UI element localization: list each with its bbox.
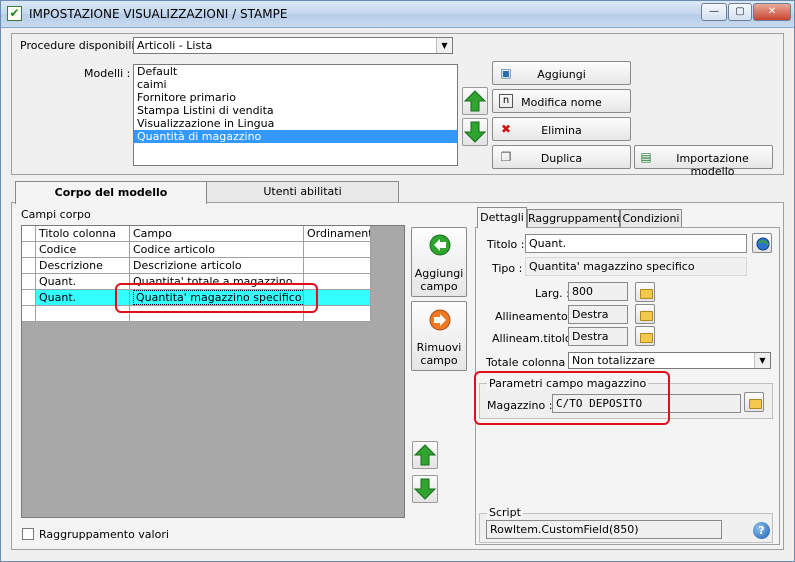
aggiungi-button[interactable]: ▣ Aggiungi <box>492 61 631 85</box>
tab-utenti-abilitati[interactable]: Utenti abilitati <box>206 181 399 202</box>
move-field-down-button[interactable] <box>412 475 438 503</box>
magazzino-folder-button[interactable] <box>744 392 764 412</box>
tab-dettagli[interactable]: Dettagli <box>477 207 527 228</box>
allineamento-input[interactable]: Destra <box>568 305 628 324</box>
app-check-icon: ✔ <box>7 6 22 21</box>
table-cell[interactable]: Descrizione articolo <box>130 258 304 274</box>
arrow-up-icon <box>463 90 487 112</box>
tipo-value: Quantita' magazzino specifico <box>525 257 747 276</box>
table-cell[interactable] <box>304 258 371 274</box>
row-selector[interactable] <box>22 274 36 290</box>
column-header[interactable]: Titolo colonna <box>36 226 130 242</box>
highlight-annotation <box>474 371 670 425</box>
title-bar: ✔ IMPOSTAZIONE VISUALIZZAZIONI / STAMPE … <box>1 1 794 28</box>
row-selector[interactable] <box>22 306 36 322</box>
move-model-up-button[interactable] <box>462 87 488 115</box>
list-item[interactable]: caimi <box>134 78 457 91</box>
row-selector[interactable] <box>22 290 36 306</box>
move-field-up-button[interactable] <box>412 441 438 469</box>
campi-corpo-grid[interactable]: Titolo colonna Campo Ordinamento Codice … <box>21 225 405 518</box>
minimize-button[interactable]: — <box>701 3 727 21</box>
procedure-value: Articoli - Lista <box>137 39 213 52</box>
modelli-listbox[interactable]: Default caimi Fornitore primario Stampa … <box>133 64 458 166</box>
allineamento-folder-button[interactable] <box>635 304 655 324</box>
larg-label: Larg. : <box>535 287 570 300</box>
script-group-label: Script <box>487 506 523 519</box>
list-item[interactable]: Stampa Listini di vendita <box>134 104 457 117</box>
modelli-label: Modelli : <box>84 67 131 80</box>
procedure-label: Procedure disponibili : <box>20 39 142 52</box>
row-selector[interactable] <box>22 242 36 258</box>
globe-icon <box>756 237 770 251</box>
tipo-label: Tipo : <box>492 262 523 275</box>
list-item[interactable]: Default <box>134 65 457 78</box>
maximize-button[interactable]: ▢ <box>728 3 752 21</box>
table-cell[interactable]: Codice <box>36 242 130 258</box>
globe-button[interactable] <box>752 233 772 253</box>
tab-condizioni[interactable]: Condizioni <box>620 209 682 227</box>
allineamento-label: Allineamento : <box>495 310 575 323</box>
tab-corpo-del-modello[interactable]: Corpo del modello <box>15 181 207 204</box>
totale-colonna-select[interactable]: Non totalizzare ▼ <box>568 352 771 369</box>
aggiungi-campo-button[interactable]: Aggiungi campo <box>411 227 467 297</box>
rimuovi-campo-button[interactable]: Rimuovi campo <box>411 301 467 371</box>
script-input[interactable]: RowItem.CustomField(850) <box>486 520 722 539</box>
move-model-down-button[interactable] <box>462 118 488 146</box>
column-header[interactable]: Campo <box>130 226 304 242</box>
row-selector[interactable] <box>22 258 36 274</box>
larg-input[interactable]: 800 <box>568 282 628 301</box>
help-icon[interactable]: ? <box>753 522 770 539</box>
arrow-down-icon <box>413 478 437 500</box>
table-cell[interactable]: Codice articolo <box>130 242 304 258</box>
totale-colonna-label: Totale colonna : <box>486 356 573 369</box>
modifica-nome-button[interactable]: n Modifica nome <box>492 89 631 113</box>
list-item[interactable]: Visualizzazione in Lingua <box>134 117 457 130</box>
chevron-down-icon: ▼ <box>754 353 770 368</box>
elimina-button[interactable]: ✖ Elimina <box>492 117 631 141</box>
tab-raggruppamento[interactable]: Raggruppamento <box>527 209 624 227</box>
duplica-button[interactable]: ❐ Duplica <box>492 145 631 169</box>
allineam-titolo-folder-button[interactable] <box>635 326 655 346</box>
arrow-down-icon <box>463 121 487 143</box>
close-button[interactable]: ✕ <box>753 3 791 21</box>
importazione-modello-button[interactable]: ▤ Importazione modello <box>634 145 773 178</box>
list-item-selected[interactable]: Quantità di magazzino <box>134 130 457 143</box>
procedure-select[interactable]: Articoli - Lista ▼ <box>133 37 453 54</box>
window: ✔ IMPOSTAZIONE VISUALIZZAZIONI / STAMPE … <box>0 0 795 562</box>
titolo-label: Titolo : <box>487 238 525 251</box>
raggruppamento-valori-label: Raggruppamento valori <box>39 528 169 541</box>
table-cell[interactable]: Descrizione <box>36 258 130 274</box>
campi-corpo-label: Campi corpo <box>21 208 91 221</box>
row-selector-header <box>22 226 36 242</box>
highlight-annotation <box>115 283 318 313</box>
column-header[interactable]: Ordinamento <box>304 226 371 242</box>
chevron-down-icon: ▼ <box>436 38 452 53</box>
allineam-titolo-label: Allineam.titolo : <box>492 332 579 345</box>
arrow-right-icon <box>429 309 451 331</box>
raggruppamento-valori-checkbox[interactable] <box>22 528 34 540</box>
arrow-left-icon <box>429 234 451 256</box>
list-item[interactable]: Fornitore primario <box>134 91 457 104</box>
larg-folder-button[interactable] <box>635 282 655 302</box>
window-title: IMPOSTAZIONE VISUALIZZAZIONI / STAMPE <box>29 7 288 21</box>
table-cell[interactable] <box>304 242 371 258</box>
import-icon: ▤ <box>640 150 652 164</box>
allineam-titolo-input[interactable]: Destra <box>568 327 628 346</box>
arrow-up-icon <box>413 444 437 466</box>
titolo-input[interactable]: Quant. <box>525 234 747 253</box>
